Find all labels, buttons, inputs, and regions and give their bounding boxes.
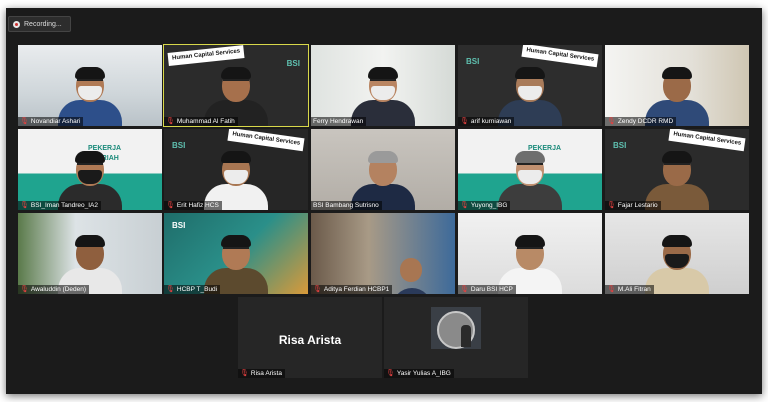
mic-muted-icon: 🎙: [20, 118, 29, 125]
bsi-logo: BSI: [172, 221, 186, 230]
participant-name-label: 🎙 Daru BSI HCP: [458, 285, 516, 294]
participant-tile[interactable]: PEKERJA SYARIAH 🎙BSI_Iman Tandreo_IA2: [18, 129, 162, 210]
mic-muted-icon: 🎙: [386, 370, 395, 377]
participant-tile[interactable]: 🎙 Aditya Ferdian HCBP1: [311, 213, 455, 294]
bsi-logo: BSI: [466, 57, 480, 66]
participant-tile[interactable]: Risa Arista 🎙 Risa Arista: [238, 297, 382, 378]
participant-name-label: 🎙 M.Ali Fitran: [605, 285, 654, 294]
participant-tile[interactable]: Ferry Hendrawan: [311, 45, 455, 126]
participant-tile[interactable]: 🎙 Awaluddin (Deden): [18, 213, 162, 294]
participant-name-label: 🎙 Yuyong_IBG: [458, 201, 511, 210]
mic-muted-icon: 🎙: [240, 370, 249, 377]
participant-name-label: 🎙 arif kurniawan: [458, 117, 515, 126]
participant-name-label: 🎙 Awaluddin (Deden): [18, 285, 90, 294]
participant-name-label: 🎙 Novandiar Ashari: [18, 117, 84, 126]
participant-tile[interactable]: BSI Human Capital Services 🎙 Fajar Lestar…: [605, 129, 749, 210]
recording-label: Recording...: [24, 20, 62, 28]
mic-muted-icon: 🎙: [313, 286, 322, 293]
participant-tile[interactable]: BSI 🎙 HCBP T_Budi: [164, 213, 308, 294]
mic-muted-icon: 🎙: [607, 118, 616, 125]
mic-muted-icon: 🎙: [166, 286, 175, 293]
participant-name-label: 🎙 Muhammad Al Fatih: [164, 117, 238, 126]
participant-tile[interactable]: 🎙 Yasir Yulias A_IBG: [384, 297, 528, 378]
participant-display-name: Risa Arista: [278, 333, 342, 347]
participant-name-label: 🎙 Risa Arista: [238, 369, 285, 378]
bsi-logo: BSI: [286, 59, 300, 68]
mic-muted-icon: 🎙: [20, 286, 29, 293]
participant-tile-active-speaker[interactable]: Human Capital Services BSI 🎙 Muhammad Al …: [163, 44, 309, 127]
record-icon: [13, 20, 20, 28]
participant-tile[interactable]: BSI Human Capital Services 🎙 arif kurniaw…: [458, 45, 602, 126]
participant-name-label: 🎙 Zendy DCDR RMD: [605, 117, 677, 126]
participant-name-label: BSI Bambang Sutrisno: [311, 201, 382, 210]
mic-muted-icon: 🎙: [607, 202, 616, 209]
participant-name-label: 🎙 HCBP T_Budi: [164, 285, 221, 294]
mic-muted-icon: 🎙: [166, 118, 175, 125]
mic-muted-icon: 🎙: [607, 286, 616, 293]
participant-name-label: 🎙 Erit Hafiz HCS: [164, 201, 222, 210]
mic-muted-icon: 🎙: [20, 202, 29, 209]
mic-muted-icon: 🎙: [460, 286, 469, 293]
avatar: [431, 307, 481, 349]
participant-tile[interactable]: BSI Human Capital Services 🎙 Erit Hafiz H…: [164, 129, 308, 210]
participant-tile[interactable]: 🎙 Daru BSI HCP: [458, 213, 602, 294]
participant-name-label: Ferry Hendrawan: [311, 117, 367, 126]
mic-muted-icon: 🎙: [460, 202, 469, 209]
bsi-logo: BSI: [613, 141, 627, 150]
participant-name-label: 🎙 BSI_Iman Tandreo_IA2: [18, 201, 101, 210]
mic-muted-icon: 🎙: [166, 202, 175, 209]
participant-tile[interactable]: 🎙 M.Ali Fitran: [605, 213, 749, 294]
participant-tile[interactable]: 🎙 Zendy DCDR RMD: [605, 45, 749, 126]
participant-name-label: 🎙 Yasir Yulias A_IBG: [384, 369, 454, 378]
mic-muted-icon: 🎙: [460, 118, 469, 125]
participant-tile[interactable]: PEKERJA 🎙 Yuyong_IBG: [458, 129, 602, 210]
participant-name-label: 🎙 Aditya Ferdian HCBP1: [311, 285, 393, 294]
bsi-logo: BSI: [172, 141, 186, 150]
participant-tile[interactable]: BSI Bambang Sutrisno: [311, 129, 455, 210]
recording-indicator[interactable]: Recording...: [8, 16, 71, 32]
participant-name-label: 🎙 Fajar Lestario: [605, 201, 661, 210]
participant-tile[interactable]: 🎙 Novandiar Ashari: [18, 45, 162, 126]
